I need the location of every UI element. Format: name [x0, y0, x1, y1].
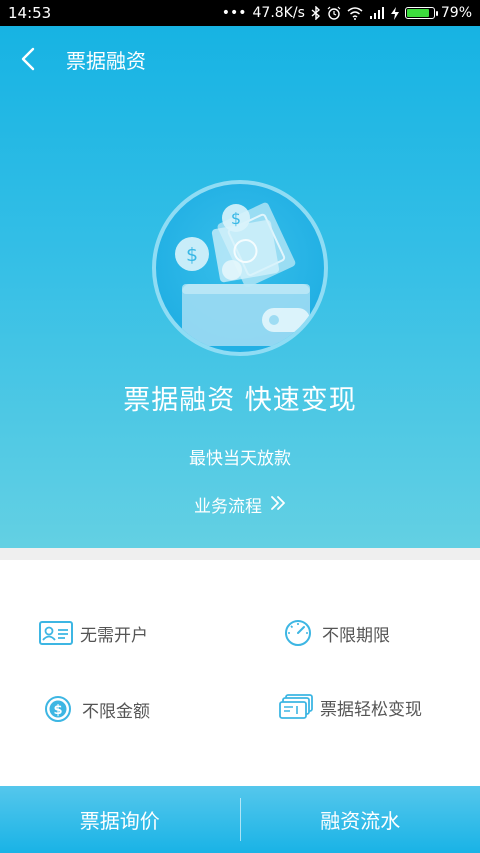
- more-dots-icon: •••: [221, 5, 247, 21]
- features-panel: 无需开户 不限期限 $ 不限金额 票据轻松变现: [0, 560, 480, 786]
- alarm-icon: [327, 6, 341, 20]
- feature-easy-cash: 票据轻松变现: [278, 692, 422, 722]
- feature-no-term-limit: 不限期限: [280, 618, 390, 648]
- svg-text:$: $: [186, 244, 198, 266]
- financing-records-button[interactable]: 融资流水: [241, 786, 480, 853]
- status-time: 14:53: [8, 4, 52, 22]
- status-right: ••• 47.8K/s 79%: [222, 5, 472, 21]
- hero-banner: 票据融资 $ $ 票据融资 快速变现 最快当天放款 业务流程: [0, 26, 480, 548]
- charging-icon: [390, 6, 399, 20]
- back-button[interactable]: [0, 26, 56, 92]
- feature-label: 不限金额: [82, 701, 150, 722]
- nav-bar: 票据融资: [0, 26, 480, 92]
- bill-stack-icon: [278, 692, 314, 722]
- wallet-illustration: $ $: [152, 180, 328, 356]
- wifi-icon: [347, 6, 363, 20]
- process-link-label: 业务流程: [194, 497, 262, 517]
- battery-percent: 79%: [440, 5, 472, 21]
- signal-icon: [369, 7, 385, 19]
- dollar-coin-icon: $: [40, 694, 76, 724]
- bill-inquiry-button[interactable]: 票据询价: [0, 786, 240, 853]
- status-bar: 14:53 ••• 47.8K/s 79%: [0, 0, 480, 26]
- network-speed: 47.8K/s: [252, 5, 305, 21]
- hero-subline: 最快当天放款: [189, 449, 291, 469]
- speedometer-icon: [280, 618, 316, 648]
- chevron-left-icon: [21, 47, 35, 71]
- page-title: 票据融资: [66, 48, 146, 73]
- feature-label: 票据轻松变现: [320, 699, 422, 720]
- feature-no-amount-limit: $ 不限金额: [40, 694, 150, 724]
- double-chevron-right-icon: [270, 494, 286, 515]
- bluetooth-icon: [311, 6, 321, 20]
- feature-no-account: 无需开户: [38, 618, 148, 648]
- feature-label: 不限期限: [322, 625, 390, 646]
- business-process-link[interactable]: 业务流程: [0, 492, 480, 517]
- bottom-action-bar: 票据询价 融资流水: [0, 786, 480, 853]
- section-divider: [0, 548, 480, 560]
- id-card-icon: [38, 618, 74, 648]
- wallet-money-icon: $ $: [175, 202, 310, 346]
- battery-icon: [404, 7, 438, 19]
- svg-text:$: $: [231, 209, 241, 228]
- svg-text:$: $: [53, 703, 62, 718]
- hero-headline: 票据融资 快速变现: [123, 385, 357, 416]
- feature-label: 无需开户: [80, 625, 148, 646]
